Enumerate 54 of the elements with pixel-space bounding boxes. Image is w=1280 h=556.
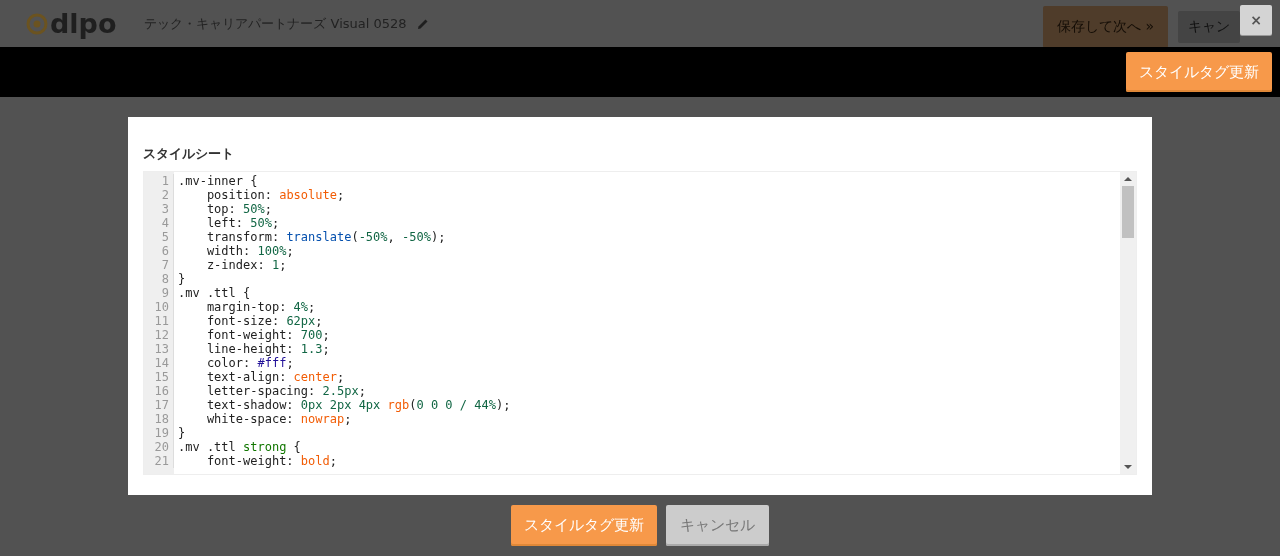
code-line: white-space: nowrap;: [205, 412, 352, 426]
code-line: text-shadow: 0px 2px 4px rgb(0 0 0 / 44%);: [205, 398, 511, 412]
line-number: 8: [144, 272, 174, 286]
line-number: 18: [144, 412, 174, 426]
code-line: }: [178, 272, 186, 286]
line-number: 2: [144, 188, 174, 202]
line-number: 9: [144, 286, 174, 300]
scroll-up-icon[interactable]: [1124, 177, 1132, 181]
code-line: line-height: 1.3;: [205, 342, 330, 356]
code-line: z-index: 1;: [205, 258, 287, 272]
ring-icon: [26, 12, 48, 35]
line-number: 1: [144, 174, 174, 188]
code-line: color: #fff;: [205, 356, 294, 370]
update-style-button[interactable]: スタイルタグ更新: [1126, 52, 1272, 92]
cancel-button[interactable]: キャンセル: [666, 505, 769, 546]
code-line: .mv-inner {: [178, 174, 258, 188]
code-line: letter-spacing: 2.5px;: [205, 384, 366, 398]
code-line: position: absolute;: [205, 188, 345, 202]
line-number: 17: [144, 398, 174, 412]
code-line: .mv .ttl strong {: [178, 440, 301, 454]
line-number: 5: [144, 230, 174, 244]
scrollbar[interactable]: [1120, 172, 1136, 474]
stylesheet-label: スタイルシート: [143, 145, 234, 163]
line-number: 14: [144, 356, 174, 370]
code-line: font-size: 62px;: [205, 314, 323, 328]
line-number: 11: [144, 314, 174, 328]
line-number: 6: [144, 244, 174, 258]
code-line: text-align: center;: [205, 370, 345, 384]
line-number: 7: [144, 258, 174, 272]
code-line: left: 50%;: [205, 216, 280, 230]
scroll-down-icon[interactable]: [1124, 465, 1132, 469]
scroll-thumb[interactable]: [1122, 186, 1134, 238]
update-style-button[interactable]: スタイルタグ更新: [511, 505, 657, 546]
line-number: 12: [144, 328, 174, 342]
code-line: margin-top: 4%;: [205, 300, 316, 314]
line-number: 16: [144, 384, 174, 398]
line-number: 21: [144, 454, 174, 468]
save-next-button[interactable]: 保存して次へ »: [1043, 5, 1168, 48]
line-number: 19: [144, 426, 174, 440]
line-number: 3: [144, 202, 174, 216]
code-line: .mv .ttl {: [178, 286, 251, 300]
code-line: font-weight: bold;: [205, 454, 337, 468]
code-line: font-weight: 700;: [205, 328, 330, 342]
code-line: top: 50%;: [205, 202, 272, 216]
line-number: 10: [144, 300, 174, 314]
close-button[interactable]: ×: [1240, 4, 1272, 35]
line-number: 20: [144, 440, 174, 454]
pencil-icon[interactable]: [416, 17, 429, 30]
line-number: 15: [144, 370, 174, 384]
code-line: width: 100%;: [205, 244, 294, 258]
code-line: transform: translate(-50%, -50%);: [205, 230, 446, 244]
code-line: }: [178, 426, 186, 440]
line-number: 4: [144, 216, 174, 230]
line-number: 13: [144, 342, 174, 356]
